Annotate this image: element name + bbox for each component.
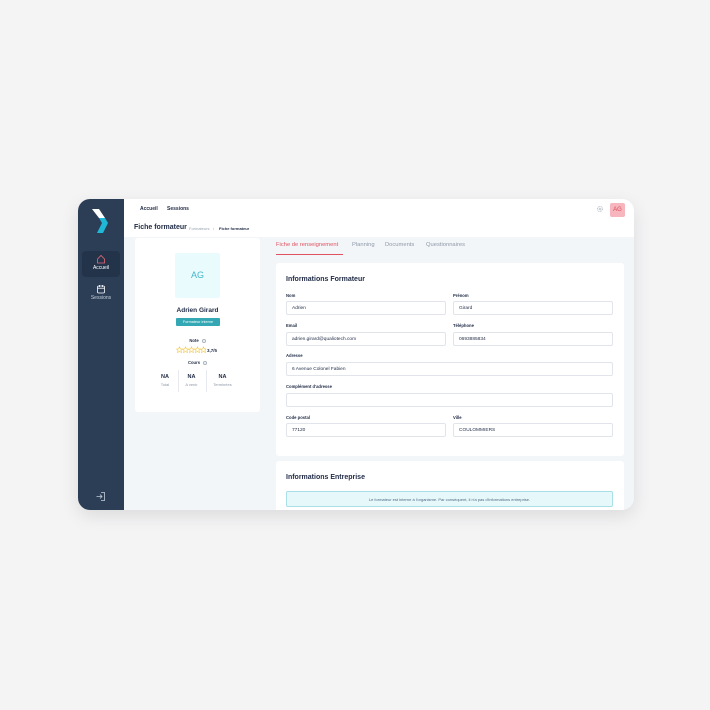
top-link-sessions[interactable]: Sessions [167,206,189,212]
stat-label: Terminées [213,381,232,387]
stat-value: NA [218,374,227,380]
sidebar-item-label: Sessions [90,295,112,301]
top-bar: Accueil Sessions AG [124,199,634,221]
user-avatar[interactable]: AG [610,203,625,217]
stat-value: NA [187,374,196,380]
rating-value: 3,7/5 [207,347,218,353]
sidebar-item-label: Accueil [92,265,110,271]
app-logo-icon[interactable] [90,207,112,235]
prenom-label: Prénom [453,293,469,298]
stat-terminees: NA Terminées [206,370,238,392]
app-window: Accueil Sessions Accueil Sessions AG Fic… [78,199,634,510]
info-icon[interactable] [201,338,206,343]
ville-field[interactable]: COULOMMIERS [453,423,613,437]
tab-fiche-renseignement[interactable]: Fiche de renseignement [276,242,338,248]
home-icon [97,254,105,264]
adresse-label: Adresse [286,353,303,358]
stat-label: Total [160,381,170,387]
star-icon [176,346,184,354]
tab-documents[interactable]: Documents [385,242,414,248]
telephone-field[interactable]: 0693885834 [453,332,613,346]
note-label: Note [135,338,260,343]
star-icon [199,346,206,354]
code-postal-label: Code postal [286,415,310,420]
stat-label: A venir [185,381,198,387]
entreprise-info-card: Informations Entreprise Le formateur est… [276,461,624,510]
page-header: Fiche formateur Formateurs / Fiche forma… [124,221,634,237]
nom-label: Nom [286,293,296,298]
info-icon[interactable] [203,360,208,365]
stat-value: NA [161,374,169,380]
status-badge: Formateur interne [176,318,220,326]
sidebar: Accueil Sessions [78,199,124,510]
stat-total: NA Total [154,370,176,392]
breadcrumb-separator: / [213,226,215,231]
ville-label: Ville [453,415,462,420]
breadcrumb-formateurs[interactable]: Formateurs [189,226,209,231]
tab-planning[interactable]: Planning [352,242,375,248]
courses-stats: NA Total NA A venir NA Terminées [154,370,244,392]
page-title: Fiche formateur [134,224,187,231]
star-icon [193,346,202,354]
email-label: Email [286,323,298,328]
card-title: Informations Entreprise [286,474,365,481]
card-title: Informations Formateur [286,276,365,283]
gear-icon[interactable] [596,205,604,213]
profile-card: AG Adrien Girard Formateur interne Note … [135,238,260,412]
complement-field[interactable] [286,393,613,407]
prenom-field[interactable]: Girard [453,301,613,315]
telephone-label: Téléphone [453,323,474,328]
logout-icon[interactable] [95,491,106,502]
breadcrumb-current: Fiche formateur [219,226,250,231]
star-icon [187,346,196,354]
formateur-info-card: Informations Formateur Nom Adrien Prénom… [276,263,624,456]
cours-label: Cours [135,360,260,365]
info-notice: Le formateur est interne à l'organisme. … [286,491,613,507]
tab-questionnaires[interactable]: Questionnaires [426,242,465,248]
complement-label: Complément d'adresse [286,384,332,389]
email-field[interactable]: adrien.girard@qualiotech.com [286,332,446,346]
profile-name: Adrien Girard [176,307,219,314]
stat-a-venir: NA A venir [178,370,204,392]
adresse-field[interactable]: 6 Avenue Colonel Fabien [286,362,613,376]
star-icon [181,346,190,354]
nom-field[interactable]: Adrien [286,301,446,315]
sidebar-item-sessions[interactable]: Sessions [82,281,120,307]
sidebar-item-accueil[interactable]: Accueil [82,251,120,277]
calendar-icon [97,285,105,294]
profile-avatar: AG [175,253,220,298]
rating-stars [176,346,206,354]
code-postal-field[interactable]: 77120 [286,423,446,437]
top-link-accueil[interactable]: Accueil [140,206,158,212]
active-tab-indicator [276,254,343,255]
